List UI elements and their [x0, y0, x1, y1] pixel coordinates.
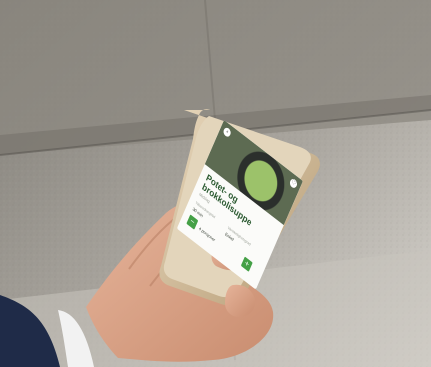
plus-icon: +: [243, 258, 251, 270]
plus-button[interactable]: +: [240, 256, 253, 272]
minus-icon: −: [188, 216, 197, 228]
portions-value: 4 porsjoner: [198, 225, 217, 243]
minus-button[interactable]: −: [186, 214, 199, 230]
photo-scene: ‹ ♡ Potet- og brokkolisuppe Middag Tilbe…: [0, 0, 431, 367]
